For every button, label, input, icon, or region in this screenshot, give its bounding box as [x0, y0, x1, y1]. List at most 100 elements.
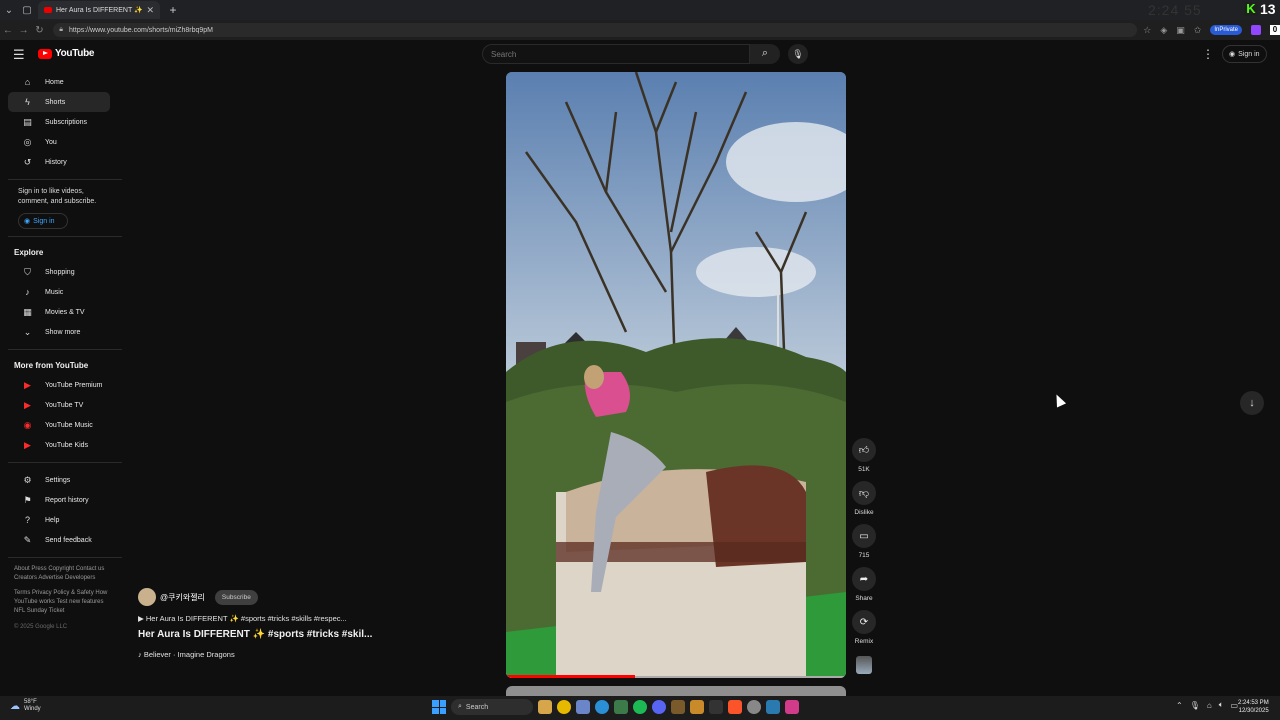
sidebar-item-movies[interactable]: ▦ Movies & TV: [8, 302, 110, 322]
url-field[interactable]: 🔒︎ https://www.youtube.com/shorts/miZh8r…: [53, 23, 1138, 37]
subscribe-button[interactable]: Subscribe: [214, 589, 258, 605]
tab-list-icon[interactable]: ⌄: [0, 1, 18, 19]
search-input[interactable]: Search: [482, 44, 750, 64]
sidebar-item-send-feedback[interactable]: ✎ Send feedback: [8, 530, 110, 550]
sidebar-item-youtube-tv[interactable]: ▶ YouTube TV: [8, 395, 110, 415]
next-short-preview[interactable]: [506, 686, 846, 696]
menu-icon[interactable]: ☰: [13, 47, 25, 63]
back-icon[interactable]: ←: [0, 25, 16, 36]
forward-icon[interactable]: →: [16, 25, 32, 36]
terminal-icon[interactable]: [709, 700, 723, 714]
app-icon[interactable]: [576, 700, 590, 714]
youtube-logo[interactable]: YouTube: [38, 48, 95, 59]
flag-icon: ⚑: [23, 494, 32, 505]
edge-icon[interactable]: [595, 700, 609, 714]
youtube-premium-icon: ▶: [24, 379, 31, 390]
new-tab-button[interactable]: +: [164, 3, 182, 17]
sidebar-item-settings[interactable]: ⚙ Settings: [8, 470, 110, 490]
sidebar-sign-in-button[interactable]: ◉ Sign in: [18, 213, 68, 229]
network-icon[interactable]: ⌂: [1207, 701, 1212, 710]
close-tab-icon[interactable]: ✕: [146, 5, 154, 16]
audio-thumbnail[interactable]: [856, 656, 872, 674]
taskbar-search[interactable]: ⌕ Search: [451, 699, 533, 715]
sidebar-item-label: You: [45, 138, 57, 146]
like-button[interactable]: 👍︎: [852, 438, 876, 462]
app-icon[interactable]: [785, 700, 799, 714]
spotify-icon[interactable]: [633, 700, 647, 714]
sidebar-item-history[interactable]: ↺ History: [8, 152, 110, 172]
sidebar-item-youtube-kids[interactable]: ▶ YouTube Kids: [8, 435, 110, 455]
chrome-icon[interactable]: [557, 700, 571, 714]
sidebar-item-label: Shorts: [45, 98, 66, 106]
app-icon[interactable]: [766, 700, 780, 714]
sidebar: ⌂ Home ϟ Shorts ▤ Subscriptions ◎ You ↺ Histo…: [0, 72, 122, 630]
sign-in-button[interactable]: ◉ Sign in: [1222, 45, 1267, 63]
brave-icon[interactable]: [728, 700, 742, 714]
inprivate-badge[interactable]: InPrivate: [1210, 25, 1242, 35]
app-icon[interactable]: [614, 700, 628, 714]
copyright: © 2025 Google LLC: [14, 624, 68, 630]
shorts-video-player[interactable]: [506, 72, 846, 678]
discord-icon[interactable]: [652, 700, 666, 714]
footer-links-secondary[interactable]: Terms Privacy Policy & Safety How YouTub…: [0, 589, 110, 616]
dislike-button[interactable]: 👎︎: [852, 481, 876, 505]
ghost-clock: 2:24 55: [1148, 2, 1202, 18]
sidebar-item-shorts[interactable]: ϟ Shorts: [8, 92, 110, 112]
volume-icon[interactable]: 🔈︎: [1219, 700, 1224, 710]
sign-in-label: Sign in: [33, 217, 55, 225]
app-icon[interactable]: [690, 700, 704, 714]
browser-tab[interactable]: Her Aura Is DIFFERENT ✨ #s ✕: [38, 1, 160, 19]
extension-icon[interactable]: ◈: [1160, 25, 1167, 36]
lock-icon: 🔒︎: [59, 26, 64, 33]
video-progress-bar[interactable]: [506, 675, 636, 678]
channel-avatar[interactable]: [138, 588, 156, 606]
share-button[interactable]: ➦: [852, 567, 876, 591]
channel-name[interactable]: @쿠키와젤리: [160, 592, 205, 603]
sidebar-item-subscriptions[interactable]: ▤ Subscriptions: [8, 112, 110, 132]
sidebar-item-label: Help: [45, 516, 60, 524]
microphone-icon[interactable]: 🎙︎: [1190, 701, 1200, 710]
more-options-icon[interactable]: ⋮: [1202, 47, 1214, 61]
favorites-icon[interactable]: ✩: [1194, 25, 1202, 36]
sidebar-item-home[interactable]: ⌂ Home: [8, 72, 110, 92]
sidebar-item-youtube-premium[interactable]: ▶ YouTube Premium: [8, 375, 110, 395]
reload-icon[interactable]: ↻: [32, 25, 48, 36]
collections-icon[interactable]: ▣: [1176, 25, 1185, 36]
sidebar-item-help[interactable]: ? Help: [8, 510, 110, 530]
microphone-icon[interactable]: 🎙︎: [788, 44, 808, 64]
more-from-youtube-heading: More from YouTube: [14, 361, 89, 370]
video-frame: [506, 72, 846, 678]
comments-button[interactable]: ▭: [852, 524, 876, 548]
sidebar-item-shopping[interactable]: ⛉ Shopping: [8, 262, 110, 282]
sidebar-item-music[interactable]: ♪ Music: [8, 282, 110, 302]
sidebar-item-youtube-music[interactable]: ◉ YouTube Music: [8, 415, 110, 435]
history-icon: ↺: [23, 156, 32, 167]
star-icon[interactable]: ☆: [1143, 25, 1151, 36]
twitch-icon[interactable]: [1251, 25, 1261, 35]
sidebar-item-label: YouTube Music: [45, 421, 93, 429]
music-link[interactable]: ♪ Believer · Imagine Dragons: [138, 650, 378, 659]
footer-links-primary[interactable]: About Press Copyright Contact us Creator…: [0, 565, 110, 583]
sidebar-item-you[interactable]: ◎ You: [8, 132, 110, 152]
search-icon[interactable]: ⌕: [750, 44, 780, 64]
app-icon[interactable]: [747, 700, 761, 714]
sidebar-item-label: Report history: [45, 496, 89, 504]
sidebar-item-report-history[interactable]: ⚑ Report history: [8, 490, 110, 510]
weather-widget[interactable]: ☁ 58°F Windy: [10, 699, 41, 713]
url-text: https://www.youtube.com/shorts/miZh8rbq9…: [69, 26, 213, 34]
taskbar-clock[interactable]: 2:24:53 PM 12/30/2025: [1238, 699, 1269, 715]
start-button[interactable]: [432, 700, 446, 714]
sidebar-item-show-more[interactable]: ⌄ Show more: [8, 322, 110, 342]
help-icon: ?: [24, 515, 30, 525]
remix-button[interactable]: ⟳: [852, 610, 876, 634]
file-explorer-icon[interactable]: [538, 700, 552, 714]
extension-box[interactable]: 0: [1270, 25, 1280, 35]
app-icon[interactable]: [671, 700, 685, 714]
short-description[interactable]: ▶ Her Aura Is DIFFERENT ✨ #sports #trick…: [138, 614, 378, 623]
account-icon: ◉: [1229, 51, 1236, 58]
tab-actions-icon[interactable]: ▢: [18, 1, 36, 19]
battery-icon[interactable]: ▭: [1231, 701, 1239, 710]
next-video-button[interactable]: ↓: [1240, 391, 1264, 415]
short-title[interactable]: Her Aura Is DIFFERENT ✨ #sports #tricks …: [138, 629, 378, 640]
chevron-up-icon[interactable]: ⌃: [1176, 701, 1183, 710]
